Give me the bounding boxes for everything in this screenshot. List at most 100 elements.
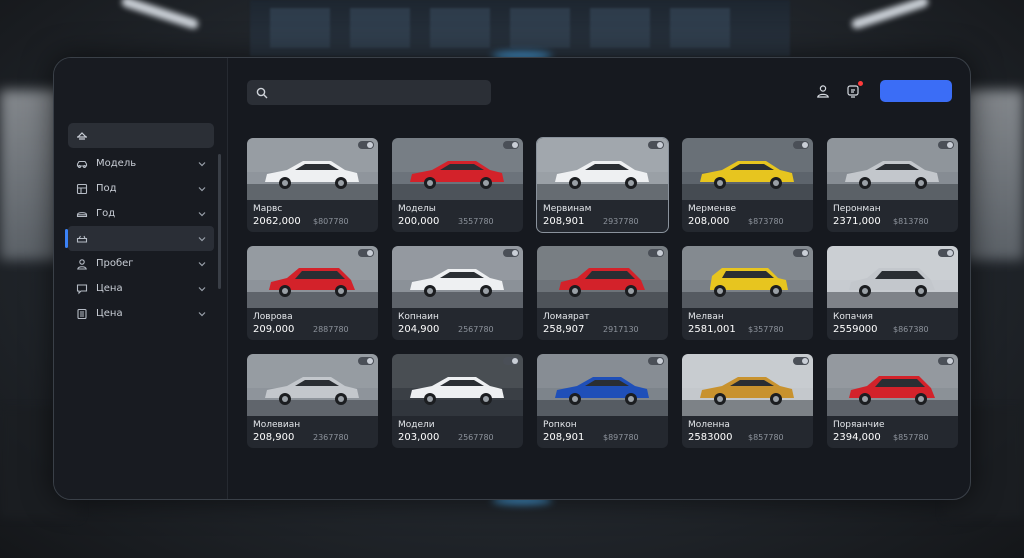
ceiling-light <box>120 0 200 31</box>
chevron-down-icon <box>198 285 206 293</box>
car-photo <box>392 246 523 308</box>
notification-icon[interactable] <box>844 81 863 100</box>
sidebar-item[interactable] <box>65 226 214 251</box>
favorite-toggle[interactable] <box>938 141 954 149</box>
car-price: 208,900 <box>253 432 295 443</box>
favorite-toggle[interactable] <box>358 249 374 257</box>
car-card[interactable]: Марвс 2062,000 $807780 <box>247 138 378 232</box>
car-name: Модели <box>398 420 435 430</box>
car-old-price: $857780 <box>748 433 784 442</box>
car-name: Марвс <box>253 204 283 214</box>
favorite-toggle[interactable] <box>793 357 809 365</box>
list-icon <box>76 308 88 320</box>
chevron-down-icon <box>198 210 206 218</box>
car-name: Мелван <box>688 312 724 322</box>
sidebar-item-label: Цена <box>96 308 123 319</box>
backdrop-window <box>250 0 790 56</box>
sidebar-item[interactable]: Цена <box>68 301 214 326</box>
chevron-down-icon <box>198 235 206 243</box>
favorite-toggle[interactable] <box>938 249 954 257</box>
car-price: 2062,000 <box>253 216 301 227</box>
car-price: 2581,001 <box>688 324 736 335</box>
car-card[interactable]: Моленна 2583000 $857780 <box>682 354 813 448</box>
primary-action-button[interactable] <box>880 80 952 102</box>
car-photo <box>247 354 378 416</box>
car-card[interactable]: Модели 203,000 2567780 <box>392 354 523 448</box>
header-actions <box>814 80 952 102</box>
car-price: 208,000 <box>688 216 730 227</box>
search-input[interactable] <box>247 80 491 105</box>
chat-icon <box>76 283 88 295</box>
sidebar-item[interactable]: Цена <box>68 276 214 301</box>
car-photo <box>682 138 813 200</box>
car-photo <box>827 246 958 308</box>
car-body-icon <box>76 233 88 245</box>
car-old-price: $897780 <box>603 433 639 442</box>
car-name: Мерменве <box>688 204 737 214</box>
car-price: 258,907 <box>543 324 585 335</box>
car-card[interactable]: Перонман 2371,000 $813780 <box>827 138 958 232</box>
car-card[interactable]: Ломаярат 258,907 2917130 <box>537 246 668 340</box>
app-window: Модель Под Год Пробег Цена Цена Марвс 2062,000… <box>53 57 971 500</box>
person-icon <box>76 258 88 270</box>
ceiling-light <box>850 0 930 31</box>
car-card[interactable]: Моделы 200,000 3557780 <box>392 138 523 232</box>
car-card[interactable]: Копнаин 204,900 2567780 <box>392 246 523 340</box>
car-price: 204,900 <box>398 324 440 335</box>
sidebar-item[interactable]: Модель <box>68 151 214 176</box>
car-old-price: 2567780 <box>458 325 494 334</box>
sidebar-item[interactable]: Под <box>68 176 214 201</box>
car-name: Молевиан <box>253 420 301 430</box>
car-name: Поряанчие <box>833 420 885 430</box>
favorite-toggle[interactable] <box>793 141 809 149</box>
car-card[interactable]: Копачия 2559000 $867380 <box>827 246 958 340</box>
car-old-price: 2937780 <box>603 217 639 226</box>
car-card[interactable]: Мелван 2581,001 $357780 <box>682 246 813 340</box>
sidebar-filter-field[interactable] <box>68 123 214 148</box>
car-name: Ропкон <box>543 420 577 430</box>
filter-icon <box>76 130 88 142</box>
favorite-toggle[interactable] <box>793 249 809 257</box>
sidebar-item[interactable]: Год <box>68 201 214 226</box>
car-price: 200,000 <box>398 216 440 227</box>
favorite-toggle[interactable] <box>938 357 954 365</box>
sidebar-filter-list: Модель Под Год Пробег Цена Цена <box>65 151 214 326</box>
car-price: 208,901 <box>543 432 585 443</box>
car-old-price: $813780 <box>893 217 929 226</box>
car-photo <box>682 354 813 416</box>
car-price: 209,000 <box>253 324 295 335</box>
favorite-toggle[interactable] <box>648 357 664 365</box>
car-price: 208,901 <box>543 216 585 227</box>
favorite-toggle[interactable] <box>648 141 664 149</box>
car-card[interactable]: Молевиан 208,900 2367780 <box>247 354 378 448</box>
favorite-toggle[interactable] <box>358 141 374 149</box>
car-card[interactable]: Ловрова 209,000 2887780 <box>247 246 378 340</box>
sidebar-item-label: Год <box>96 208 116 219</box>
car-price: 2559000 <box>833 324 878 335</box>
car-card[interactable]: Мерменве 208,000 $873780 <box>682 138 813 232</box>
sidebar-scrollbar[interactable] <box>218 154 221 289</box>
car-old-price: $807780 <box>313 217 349 226</box>
favorite-toggle[interactable] <box>503 357 519 365</box>
car-card[interactable]: Ропкон 208,901 $897780 <box>537 354 668 448</box>
sidebar-item-label: Под <box>96 183 117 194</box>
car-name: Моделы <box>398 204 436 214</box>
car-grid: Марвс 2062,000 $807780 Моделы 200,000 3557780… <box>247 137 958 448</box>
car-old-price: 2367780 <box>313 433 349 442</box>
car-old-price: $857780 <box>893 433 929 442</box>
sidebar-item[interactable]: Пробег <box>68 251 214 276</box>
favorite-toggle[interactable] <box>648 249 664 257</box>
car-old-price: 2887780 <box>313 325 349 334</box>
sidebar-item-label: Модель <box>96 158 137 169</box>
user-icon[interactable] <box>814 82 832 100</box>
car-name: Мервинам <box>543 204 592 214</box>
favorite-toggle[interactable] <box>503 141 519 149</box>
car-photo <box>247 138 378 200</box>
car-old-price: 2567780 <box>458 433 494 442</box>
car-old-price: 2917130 <box>603 325 639 334</box>
car-card[interactable]: Поряанчие 2394,000 $857780 <box>827 354 958 448</box>
favorite-toggle[interactable] <box>503 249 519 257</box>
car-card[interactable]: Мервинам 208,901 2937780 <box>536 137 669 233</box>
car-icon <box>76 158 88 170</box>
favorite-toggle[interactable] <box>358 357 374 365</box>
